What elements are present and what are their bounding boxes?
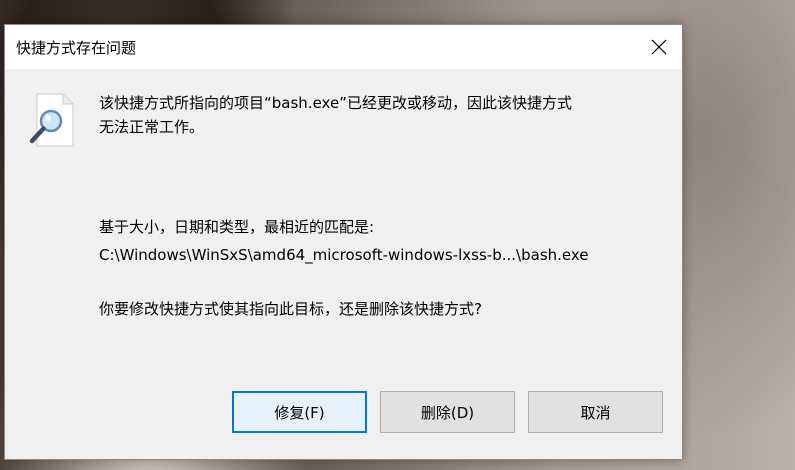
repair-button[interactable]: 修复(F)	[232, 391, 367, 433]
match-info: 基于大小，日期和类型，最相近的匹配是: C:\Windows\WinSxS\am…	[99, 213, 679, 269]
close-button[interactable]	[636, 25, 682, 69]
dialog-title: 快捷方式存在问题	[16, 39, 137, 57]
message-line-2: 无法正常工作。	[99, 118, 205, 136]
message-line-1: 该快捷方式所指向的项目“bash.exe”已经更改或移动，因此该快捷方式	[99, 94, 572, 112]
delete-button[interactable]: 删除(D)	[380, 391, 515, 433]
dialog-question: 你要修改快捷方式使其指向此目标，还是删除该快捷方式?	[99, 300, 482, 318]
shortcut-problem-dialog: 快捷方式存在问题 该快捷方式所指向的项目“bash.exe”已经更改或移动，因此…	[4, 24, 683, 460]
dialog-titlebar[interactable]: 快捷方式存在问题	[5, 25, 682, 69]
dialog-message: 该快捷方式所指向的项目“bash.exe”已经更改或移动，因此该快捷方式 无法正…	[99, 91, 669, 139]
match-label: 基于大小，日期和类型，最相近的匹配是:	[99, 218, 375, 236]
close-icon	[651, 39, 667, 55]
match-path: C:\Windows\WinSxS\amd64_microsoft-window…	[99, 246, 589, 264]
dialog-body: 该快捷方式所指向的项目“bash.exe”已经更改或移动，因此该快捷方式 无法正…	[5, 69, 682, 459]
cancel-button[interactable]: 取消	[528, 391, 663, 433]
document-search-icon	[29, 93, 74, 147]
